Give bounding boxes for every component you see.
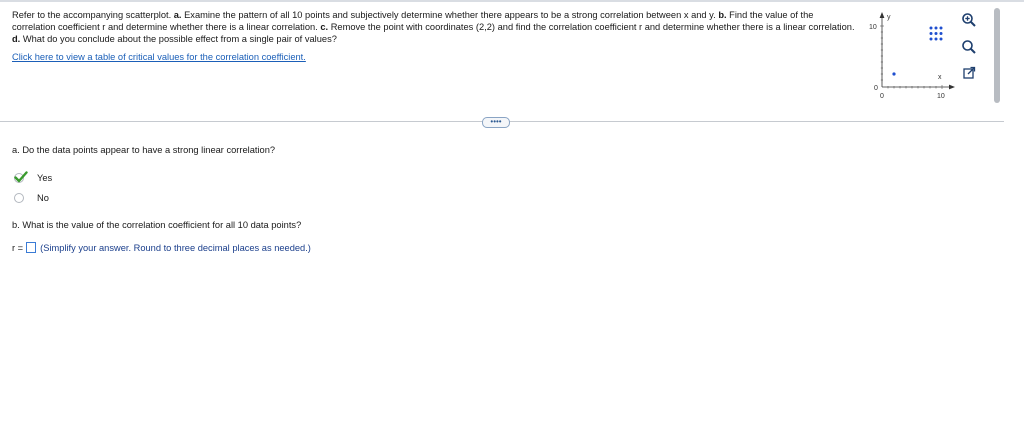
y-axis-arrow xyxy=(879,12,885,18)
part-b-prompt: b. What is the value of the correlation … xyxy=(12,220,302,230)
top-border xyxy=(0,0,1024,2)
question-intro: Refer to the accompanying scatterplot. xyxy=(12,10,174,20)
part-b-tag: b. xyxy=(718,10,727,20)
r-answer-input[interactable] xyxy=(26,242,37,253)
radio-yes[interactable] xyxy=(14,171,28,183)
answer-hint: (Simplify your answer. Round to three de… xyxy=(40,242,311,253)
zoom-in-icon[interactable] xyxy=(960,11,978,29)
part-a-prompt: a. Do the data points appear to have a s… xyxy=(12,145,276,155)
zoom-out-icon[interactable] xyxy=(960,38,978,56)
part-c-tag: c. xyxy=(320,21,329,32)
x-tick-0: 0 xyxy=(880,93,884,100)
x-axis-label: x xyxy=(938,74,942,81)
part-c-text: Remove the point with coordinates (2,2) … xyxy=(328,21,855,32)
x-axis-arrow xyxy=(949,84,955,90)
option-yes[interactable]: Yes xyxy=(14,171,53,184)
data-point-single xyxy=(892,72,896,76)
y-tick-0: 0 xyxy=(874,85,878,92)
part-a-text: Examine the pattern of all 10 points and… xyxy=(181,10,719,20)
y-tick-10: 10 xyxy=(869,24,877,31)
scatterplot-thumbnail: y x 10 0 0 10 xyxy=(869,12,955,100)
option-no[interactable]: No xyxy=(14,192,49,204)
external-link-icon[interactable] xyxy=(960,64,978,82)
answer-row: r = (Simplify your answer. Round to thre… xyxy=(12,241,311,254)
part-d-text: What do you conclude about the possible … xyxy=(20,33,337,44)
option-yes-label: Yes xyxy=(37,173,53,183)
checkmark-icon xyxy=(14,171,28,183)
expand-more-button[interactable]: •••• xyxy=(482,117,510,128)
critical-values-link[interactable]: Click here to view a table of critical v… xyxy=(12,52,306,62)
y-axis-label: y xyxy=(887,14,891,21)
radio-no[interactable] xyxy=(14,193,24,203)
x-tick-10: 10 xyxy=(937,93,945,100)
option-no-label: No xyxy=(37,193,49,203)
question-text: Refer to the accompanying scatterplot. a… xyxy=(12,10,858,45)
answer-prefix: r = xyxy=(12,242,24,253)
data-point-cluster xyxy=(929,26,943,41)
part-a-tag: a. xyxy=(173,10,182,20)
scrollbar-thumb[interactable] xyxy=(994,8,1000,103)
